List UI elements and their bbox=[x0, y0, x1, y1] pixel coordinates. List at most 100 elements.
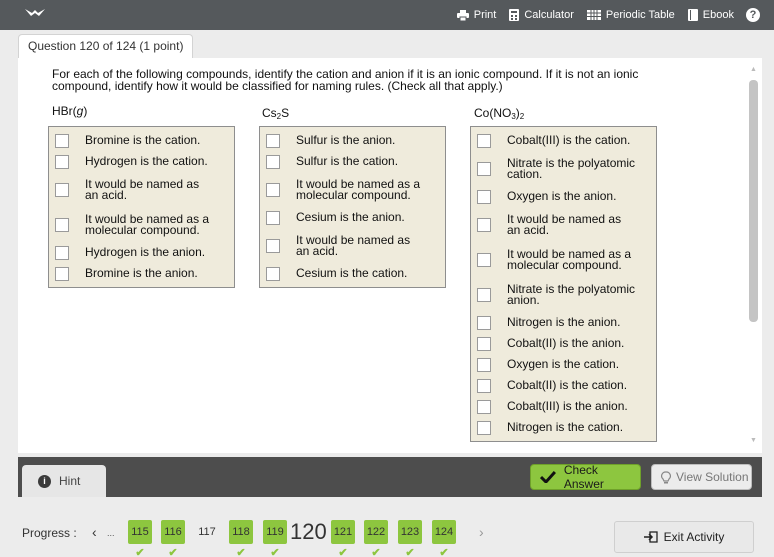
progress-item-118[interactable]: 118 bbox=[229, 520, 253, 544]
option-row[interactable]: It would be named as an acid. bbox=[49, 172, 234, 207]
action-bar: i Hint Check Answer View Solution bbox=[18, 457, 762, 497]
option-row[interactable]: Cobalt(II) is the cation. bbox=[471, 375, 656, 396]
progress-item-119[interactable]: 119 bbox=[263, 520, 287, 544]
checkbox[interactable] bbox=[477, 287, 491, 302]
calculator-button[interactable]: Calculator bbox=[509, 9, 574, 21]
progress-item-117[interactable]: 117 bbox=[195, 520, 219, 544]
scroll-thumb[interactable] bbox=[749, 80, 758, 322]
progress-item-116[interactable]: 116 bbox=[161, 520, 185, 544]
top-bar: Print Calculator Periodic Table Ebook ? bbox=[0, 0, 774, 30]
exit-icon bbox=[643, 531, 658, 543]
checkbox[interactable] bbox=[477, 217, 491, 232]
ebook-label: Ebook bbox=[702, 9, 734, 21]
checkbox[interactable] bbox=[266, 210, 280, 225]
option-row[interactable]: Cobalt(III) is the anion. bbox=[471, 396, 656, 417]
checkbox[interactable] bbox=[477, 420, 491, 435]
checkbox[interactable] bbox=[266, 154, 280, 169]
progress-bar: Progress : ‹ ... 115 ✔ 116 ✔ 117 118 ✔ 1… bbox=[0, 510, 774, 557]
progress-ellipsis: ... bbox=[107, 528, 115, 538]
checkbox[interactable] bbox=[55, 266, 69, 281]
hint-button[interactable]: i Hint bbox=[22, 465, 106, 497]
done-check-icon: ✔ bbox=[168, 547, 178, 557]
option-row[interactable]: It would be named as an acid. bbox=[260, 228, 445, 263]
ebook-button[interactable]: Ebook bbox=[687, 9, 734, 21]
question-tab-bar: Question 120 of 124 (1 point) bbox=[0, 30, 774, 59]
scroll-down-icon[interactable]: ▼ bbox=[749, 437, 758, 446]
progress-item-121[interactable]: 121 bbox=[331, 520, 355, 544]
periodic-table-label: Periodic Table bbox=[605, 9, 675, 21]
book-icon bbox=[687, 9, 698, 21]
periodic-table-icon bbox=[586, 10, 601, 20]
option-row[interactable]: Cesium is the cation. bbox=[260, 263, 445, 284]
option-row[interactable]: It would be named as an acid. bbox=[471, 207, 656, 242]
checkmark-icon bbox=[540, 471, 556, 483]
question-prompt: For each of the following compounds, ide… bbox=[52, 67, 639, 93]
view-solution-label: View Solution bbox=[676, 470, 749, 484]
progress-prev-icon[interactable]: ‹ bbox=[92, 524, 97, 540]
logo-icon bbox=[24, 7, 46, 22]
checkbox[interactable] bbox=[477, 252, 491, 267]
lightbulb-icon bbox=[661, 470, 671, 483]
checkbox[interactable] bbox=[477, 315, 491, 330]
option-row[interactable]: It would be named as a molecular compoun… bbox=[471, 242, 656, 277]
printer-icon bbox=[456, 9, 469, 21]
checkbox[interactable] bbox=[477, 336, 491, 351]
option-row[interactable]: Hydrogen is the anion. bbox=[49, 242, 234, 263]
option-row[interactable]: Bromine is the cation. bbox=[49, 130, 234, 151]
checkbox[interactable] bbox=[477, 378, 491, 393]
option-row[interactable]: Nitrogen is the anion. bbox=[471, 312, 656, 333]
checkbox[interactable] bbox=[477, 161, 491, 176]
checkbox[interactable] bbox=[477, 133, 491, 148]
option-row[interactable]: It would be named as a molecular compoun… bbox=[260, 172, 445, 207]
option-row[interactable]: Nitrate is the polyatomic cation. bbox=[471, 151, 656, 186]
option-row[interactable]: Cobalt(II) is the anion. bbox=[471, 333, 656, 354]
progress-item-123[interactable]: 123 bbox=[398, 520, 422, 544]
progress-next-icon[interactable]: › bbox=[479, 524, 484, 540]
help-icon[interactable]: ? bbox=[746, 8, 760, 22]
checkbox[interactable] bbox=[266, 266, 280, 281]
checkbox[interactable] bbox=[55, 133, 69, 148]
option-row[interactable]: Nitrogen is the cation. bbox=[471, 417, 656, 438]
option-row[interactable]: Cesium is the anion. bbox=[260, 207, 445, 228]
option-row[interactable]: Bromine is the anion. bbox=[49, 263, 234, 284]
done-check-icon: ✔ bbox=[371, 547, 381, 557]
progress-item-124[interactable]: 124 bbox=[432, 520, 456, 544]
done-check-icon: ✔ bbox=[338, 547, 348, 557]
option-row[interactable]: Sulfur is the cation. bbox=[260, 151, 445, 172]
option-row[interactable]: It would be named as a molecular compoun… bbox=[49, 207, 234, 242]
view-solution-button[interactable]: View Solution bbox=[651, 464, 752, 490]
exit-activity-button[interactable]: Exit Activity bbox=[614, 521, 754, 553]
done-check-icon: ✔ bbox=[405, 547, 415, 557]
content-scrollbar[interactable]: ▲ ▼ bbox=[749, 66, 758, 446]
option-row[interactable]: Nitrate is the polyatomic anion. bbox=[471, 277, 656, 312]
checkbox[interactable] bbox=[266, 182, 280, 197]
hint-label: Hint bbox=[59, 474, 81, 488]
checkbox[interactable] bbox=[266, 133, 280, 148]
progress-item-122[interactable]: 122 bbox=[364, 520, 388, 544]
progress-label: Progress : bbox=[22, 526, 77, 540]
option-row[interactable]: Hydrogen is the cation. bbox=[49, 151, 234, 172]
compound-title-cono3-2: Co(NO3)2 bbox=[474, 106, 525, 121]
option-row[interactable]: Oxygen is the cation. bbox=[471, 354, 656, 375]
checkbox[interactable] bbox=[55, 245, 69, 260]
question-content: For each of the following compounds, ide… bbox=[18, 58, 762, 453]
option-row[interactable]: Cobalt(III) is the cation. bbox=[471, 130, 656, 151]
periodic-table-button[interactable]: Periodic Table bbox=[586, 9, 675, 21]
option-row[interactable]: Sulfur is the anion. bbox=[260, 130, 445, 151]
checkbox[interactable] bbox=[55, 154, 69, 169]
print-button[interactable]: Print bbox=[456, 9, 496, 21]
option-row[interactable]: Oxygen is the anion. bbox=[471, 186, 656, 207]
check-answer-button[interactable]: Check Answer bbox=[530, 463, 641, 491]
checkbox[interactable] bbox=[266, 238, 280, 253]
checkbox[interactable] bbox=[477, 189, 491, 204]
scroll-up-icon[interactable]: ▲ bbox=[749, 66, 758, 75]
checkbox[interactable] bbox=[477, 399, 491, 414]
done-check-icon: ✔ bbox=[439, 547, 449, 557]
progress-item-115[interactable]: 115 bbox=[128, 520, 152, 544]
checkbox[interactable] bbox=[477, 357, 491, 372]
toolbar: Print Calculator Periodic Table Ebook bbox=[456, 0, 734, 30]
checkbox[interactable] bbox=[55, 217, 69, 232]
checkbox[interactable] bbox=[55, 182, 69, 197]
check-answer-label: Check Answer bbox=[563, 463, 604, 491]
done-check-icon: ✔ bbox=[135, 547, 145, 557]
